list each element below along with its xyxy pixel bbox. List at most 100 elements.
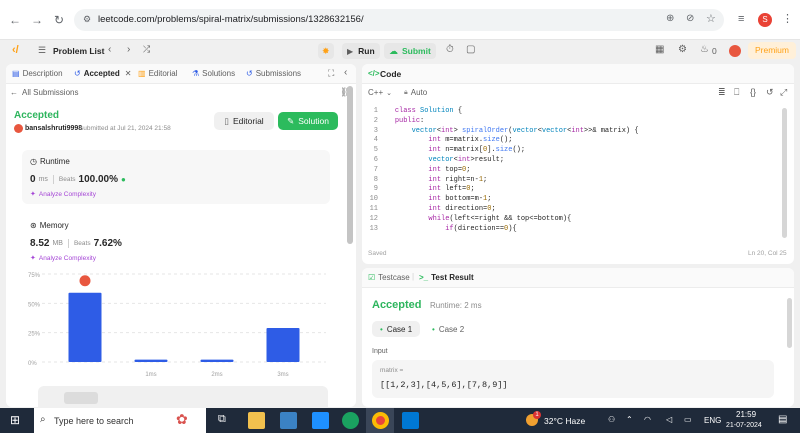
braces-icon[interactable]: {}	[750, 87, 756, 97]
store-icon[interactable]	[280, 412, 297, 429]
address-bar[interactable]: ⚙ leetcode.com/problems/spiral-matrix/su…	[74, 9, 724, 31]
bookmark-star-icon[interactable]: ☆	[706, 12, 716, 25]
tab-editorial-label: Editorial	[148, 69, 178, 78]
bookmark-icon[interactable]: ⎕	[734, 87, 739, 98]
expand-icon[interactable]: ⤢	[780, 87, 787, 98]
tab-editorial[interactable]: ▥ Editorial	[138, 69, 177, 78]
prev-problem-icon[interactable]: ‹	[108, 44, 111, 55]
code-tab-bar: </> Code	[362, 64, 794, 84]
bar[interactable]	[134, 359, 168, 362]
chevron-down-icon: ⌄	[386, 89, 392, 97]
close-tab-icon[interactable]: ✕	[125, 69, 132, 78]
submit-button[interactable]: ☁ Submit	[384, 43, 436, 59]
case-2-tab[interactable]: • Case 2	[428, 321, 468, 337]
divider	[52, 175, 54, 184]
volume-icon[interactable]: ◁	[666, 415, 672, 424]
people-icon[interactable]: ⚇	[608, 415, 615, 424]
code-line: 9 int left=0;	[373, 185, 475, 194]
notes-icon[interactable]: ▢	[466, 44, 475, 55]
list-icon[interactable]: ☰	[38, 45, 46, 56]
next-problem-icon[interactable]: ›	[127, 44, 130, 55]
taskbar-search-box[interactable]: ⌕ Type here to search ✿	[34, 408, 206, 433]
runtime-analyze-link[interactable]: ✦ Analyze Complexity	[30, 190, 96, 199]
reset-icon[interactable]: ↺	[766, 87, 774, 98]
result-scrollbar[interactable]	[787, 298, 792, 348]
windows-start-icon[interactable]: ⊞	[10, 413, 20, 427]
leetcode-logo-icon[interactable]: ‹/	[12, 44, 19, 56]
tab-solutions[interactable]: ⚗ Solutions	[192, 69, 235, 78]
profile-avatar[interactable]: S	[758, 13, 772, 27]
editorial-button[interactable]: ▯ Editorial	[214, 112, 274, 130]
weather-text[interactable]: 32°C Haze	[544, 416, 585, 426]
maximize-icon[interactable]: ⛶	[328, 68, 334, 79]
bar[interactable]	[200, 359, 234, 362]
language-select[interactable]: C++ ⌄	[368, 88, 392, 97]
tab-accepted[interactable]: ↺ Accepted ✕	[74, 69, 131, 78]
language-indicator[interactable]: ENG	[704, 416, 721, 425]
submission-user[interactable]: bansalshruti9998	[25, 125, 82, 132]
battery-icon[interactable]: ▭	[684, 415, 692, 424]
all-submissions-link[interactable]: ← All Submissions	[10, 88, 78, 97]
shuffle-icon[interactable]: ⤮	[143, 44, 150, 55]
code-title: Code	[380, 69, 402, 79]
code-editor[interactable]: 1 class Solution {2 public: 3 vector<int>…	[362, 107, 782, 234]
weather-badge: 1	[533, 411, 541, 419]
site-info-icon[interactable]: ⚙	[83, 14, 91, 25]
clock-date[interactable]: 21-07-2024	[726, 422, 762, 429]
file-explorer-icon[interactable]	[248, 412, 265, 429]
tab-test-result-label: Test Result	[431, 273, 474, 282]
cloud-upload-icon: ☁	[389, 45, 398, 56]
memory-analyze-link[interactable]: ✦ Analyze Complexity	[30, 254, 96, 263]
debug-button[interactable]: ✸	[318, 43, 334, 59]
auto-mode[interactable]: 🔒︎ Auto	[404, 88, 427, 97]
task-view-icon[interactable]: ⧉	[218, 413, 226, 426]
left-scrollbar[interactable]	[347, 86, 353, 244]
case-1-tab[interactable]: • Case 1	[372, 321, 421, 337]
bar[interactable]	[266, 327, 300, 362]
code-brackets-icon: </>	[368, 69, 380, 78]
memory-beats-value: 7.62%	[93, 238, 122, 249]
back-arrow-icon[interactable]: ←	[8, 13, 22, 27]
streak-fire-icon[interactable]: ♨	[700, 44, 709, 55]
settings-icon[interactable]: ⚙	[678, 44, 687, 55]
runtime-beats-value: 100.00%	[78, 174, 119, 185]
bar[interactable]	[68, 292, 102, 362]
code-scrollbar[interactable]	[782, 108, 787, 238]
timer-icon[interactable]: ⏱	[446, 44, 454, 55]
tab-testcase[interactable]: ☑ Testcase	[368, 273, 410, 282]
reload-icon[interactable]: ↻	[52, 13, 66, 27]
chevron-up-icon[interactable]: ⌃	[626, 415, 633, 424]
tab-description[interactable]: ▤ Description	[12, 69, 63, 78]
all-submissions-label: All Submissions	[22, 88, 79, 97]
zoom-icon[interactable]: ⊕	[666, 13, 674, 24]
edge-icon[interactable]	[342, 412, 359, 429]
mail-icon[interactable]	[312, 412, 329, 429]
vscode-icon[interactable]	[402, 412, 419, 429]
wifi-icon[interactable]: ◠	[644, 415, 651, 424]
solution-button[interactable]: ✎ Solution	[278, 112, 338, 130]
layout-icon[interactable]: ▦	[655, 44, 664, 55]
sparkle-icon: ✦	[30, 191, 36, 198]
collapse-icon[interactable]: ‹	[344, 67, 347, 78]
tab-test-result[interactable]: >_ Test Result	[419, 273, 474, 282]
language-chip	[64, 392, 98, 404]
chrome-taskbar-button[interactable]	[366, 408, 394, 433]
problem-list-link[interactable]: Problem List	[53, 46, 104, 56]
code-line: 3 vector<int> spiralOrder(vector<vector<…	[373, 126, 639, 135]
notification-icon[interactable]: ▤	[778, 414, 787, 425]
media-icon[interactable]: ≡	[738, 13, 744, 25]
tab-submissions[interactable]: ↺ Submissions	[246, 69, 301, 78]
user-avatar[interactable]	[729, 45, 741, 57]
forward-arrow-icon[interactable]: →	[30, 13, 44, 27]
x-tick-label: 2ms	[211, 372, 222, 378]
premium-button[interactable]: Premium	[748, 42, 796, 59]
clock-time[interactable]: 21:59	[736, 410, 756, 419]
description-icon: ▤	[12, 69, 20, 78]
eye-off-icon[interactable]: ⊘	[686, 13, 694, 24]
memory-beats-label: Beats	[73, 240, 91, 247]
format-icon[interactable]: ≣	[718, 87, 726, 98]
run-button[interactable]: ▶ Run	[342, 43, 380, 59]
y-tick-label: 75%	[28, 273, 41, 279]
runtime-value: 0	[30, 174, 36, 185]
browser-menu-icon[interactable]: ⋮	[782, 12, 793, 25]
